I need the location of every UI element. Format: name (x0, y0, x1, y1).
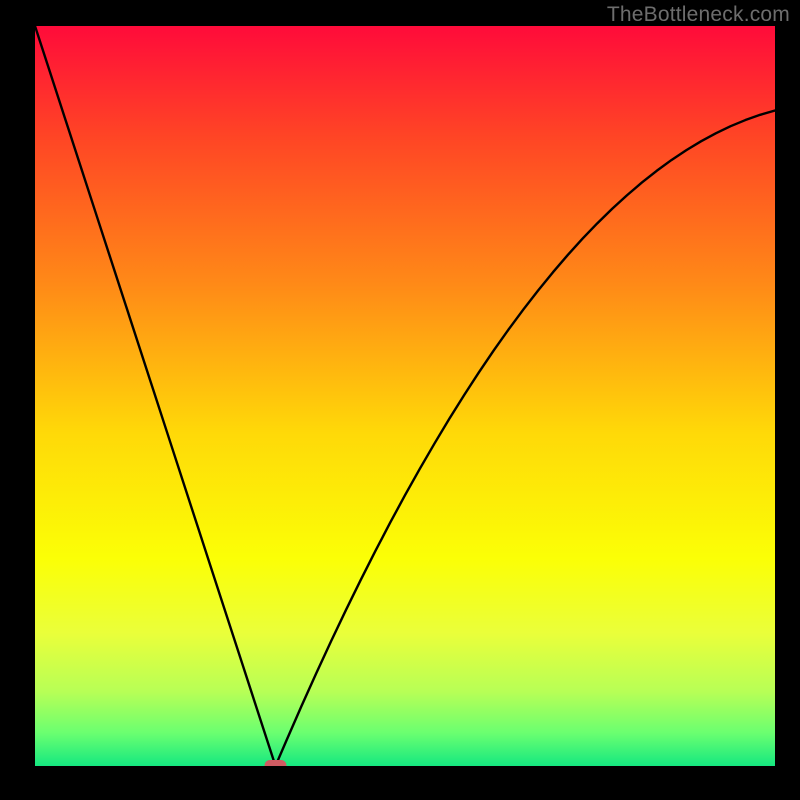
watermark-text: TheBottleneck.com (607, 3, 790, 27)
chart-plot (35, 26, 775, 766)
optimal-point-marker (265, 760, 287, 766)
gradient-background (35, 26, 775, 766)
outer-frame: TheBottleneck.com (0, 0, 800, 800)
